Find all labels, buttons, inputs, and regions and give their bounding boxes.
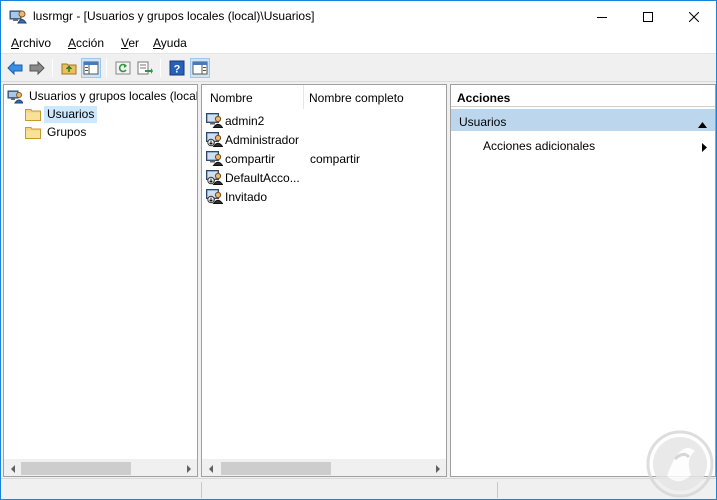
list-header: Nombre Nombre completo [202, 85, 446, 109]
svg-text:?: ? [174, 64, 181, 76]
result-list-pane[interactable]: Nombre Nombre completo admin2 Administra… [201, 84, 447, 477]
actions-group-label: Usuarios [459, 115, 507, 129]
show-tree-icon[interactable] [81, 58, 101, 78]
maximize-button[interactable] [625, 1, 671, 32]
menu-accion[interactable]: Acción [68, 36, 104, 50]
disabled-user-icon [206, 132, 223, 147]
status-bar-divider [497, 482, 498, 498]
folder-icon [25, 108, 41, 121]
list-item[interactable]: Administrador [206, 130, 446, 149]
export-list-icon[interactable] [135, 58, 155, 78]
user-name: Invitado [225, 190, 268, 204]
users-app-icon [9, 8, 27, 24]
user-name: DefaultAcco... [225, 171, 300, 185]
forward-arrow-icon[interactable] [27, 58, 47, 78]
scrollbar-thumb[interactable] [21, 462, 131, 475]
list-item[interactable]: DefaultAcco... [206, 168, 446, 187]
menu-ver[interactable]: Ver [121, 36, 139, 50]
tree-item-grupos[interactable]: Grupos [25, 123, 89, 141]
actions-group-usuarios[interactable]: Usuarios [451, 108, 715, 131]
scrollbar-thumb[interactable] [221, 462, 331, 475]
show-action-pane-icon[interactable] [190, 58, 210, 78]
tree-item-label: Usuarios [44, 105, 98, 123]
toolbar-separator [160, 59, 161, 77]
user-name: admin2 [225, 114, 265, 128]
user-icon [206, 151, 223, 166]
action-item-more-actions[interactable]: Acciones adicionales [451, 134, 715, 156]
scroll-left-arrow-icon[interactable] [202, 460, 219, 476]
folder-icon [25, 126, 41, 139]
disabled-user-icon [206, 170, 223, 185]
horizontal-scrollbar[interactable] [202, 459, 446, 476]
actions-pane: Acciones Usuarios Acciones adicionales [450, 84, 716, 477]
list-item[interactable]: compartir compartir [206, 149, 446, 168]
user-name: compartir [225, 152, 276, 166]
toolbar: ? [1, 55, 716, 82]
actions-pane-title: Acciones [451, 85, 715, 107]
back-arrow-icon[interactable] [5, 58, 25, 78]
list-item[interactable]: Invitado [206, 187, 446, 206]
title-bar[interactable]: lusrmgr - [Usuarios y grupos locales (lo… [1, 1, 716, 32]
scroll-right-arrow-icon[interactable] [429, 460, 446, 476]
user-full-name: compartir [310, 152, 361, 166]
user-name: Administrador [225, 133, 300, 147]
toolbar-separator [52, 59, 53, 77]
menu-ayuda[interactable]: Ayuda [153, 36, 187, 50]
disabled-user-icon [206, 189, 223, 204]
minimize-button[interactable] [579, 1, 625, 32]
scroll-right-arrow-icon[interactable] [180, 460, 197, 476]
up-folder-icon[interactable] [59, 58, 79, 78]
status-bar-divider [201, 482, 202, 498]
user-icon [206, 113, 223, 128]
watermark-logo-icon [646, 430, 714, 498]
horizontal-scrollbar[interactable] [4, 459, 197, 476]
menu-archivo[interactable]: Archivo [11, 36, 51, 50]
help-icon[interactable]: ? [167, 58, 187, 78]
console-tree-pane[interactable]: Usuarios y grupos locales (local) Usuari… [3, 84, 198, 477]
menu-bar: Archivo Acción Ver Ayuda [1, 32, 716, 54]
column-header-nombre-completo[interactable]: Nombre completo [309, 91, 404, 105]
list-item[interactable]: admin2 [206, 111, 446, 130]
tree-item-label: Usuarios y grupos locales (local) [29, 88, 198, 103]
close-button[interactable] [671, 1, 716, 32]
column-header-nombre[interactable]: Nombre [210, 91, 253, 105]
mmc-window: lusrmgr - [Usuarios y grupos locales (lo… [0, 0, 717, 500]
window-title: lusrmgr - [Usuarios y grupos locales (lo… [33, 9, 315, 23]
submenu-arrow-icon [702, 141, 707, 155]
toolbar-separator [106, 59, 107, 77]
tree-item-label: Grupos [47, 124, 87, 139]
users-groups-icon [7, 90, 23, 103]
status-bar [1, 478, 716, 499]
action-item-label: Acciones adicionales [483, 139, 596, 153]
column-divider[interactable] [303, 85, 304, 109]
tree-item-root[interactable]: Usuarios y grupos locales (local) [7, 87, 198, 105]
refresh-icon[interactable] [113, 58, 133, 78]
collapse-triangle-icon[interactable] [698, 117, 707, 131]
scroll-left-arrow-icon[interactable] [4, 460, 21, 476]
tree-item-usuarios[interactable]: Usuarios [25, 105, 98, 123]
